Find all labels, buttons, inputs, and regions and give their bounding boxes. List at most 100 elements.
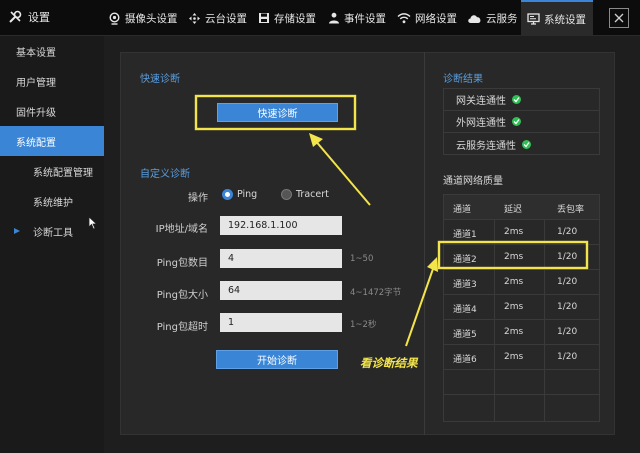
channel-quality-title: 通道网络质量 xyxy=(443,176,503,187)
tab-system-settings[interactable]: 系统设置 xyxy=(521,0,593,36)
radio-selected-icon xyxy=(222,189,233,200)
tab-event-label: 事件设置 xyxy=(344,12,386,25)
ping-size-hint: 4~1472字节 xyxy=(350,288,402,298)
tab-ptz-settings[interactable]: 云台设置 xyxy=(188,0,247,36)
tab-ptz-label: 云台设置 xyxy=(205,12,247,25)
sidebar-item-label: 系统维护 xyxy=(33,197,73,209)
table-cell: 1/20 xyxy=(557,227,578,237)
check-icon xyxy=(522,139,531,149)
settings-brand: 设置 xyxy=(8,9,50,25)
table-cell: 通道5 xyxy=(453,330,477,340)
sidebar-item-firmware-upgrade[interactable]: 固件升级 xyxy=(0,96,104,126)
table-header: 丢包率 xyxy=(557,205,585,215)
table-header: 通道 xyxy=(453,205,472,215)
table-cell: 1/20 xyxy=(557,327,578,337)
event-icon xyxy=(329,12,339,24)
radio-ping-label: Ping xyxy=(237,189,258,200)
quick-diagnosis-button[interactable]: 快速诊断 xyxy=(217,103,338,122)
result-gateway-label: 网关连通性 xyxy=(456,96,506,107)
table-row: 通道3 2ms 1/20 xyxy=(444,270,599,295)
top-nav-bar: 设置 摄像头设置 云台设置 存储设置 事件设置 网络设置 云服务 系统设置 xyxy=(0,0,640,36)
camera-icon xyxy=(109,11,120,25)
channel-quality-table: 通道 延迟 丢包率 通道1 2ms 1/20 通道2 2ms 1/20 通道3 … xyxy=(443,194,600,422)
ping-count-input[interactable]: 4 xyxy=(220,249,342,268)
ip-address-input[interactable]: 192.168.1.100 xyxy=(220,216,342,235)
sidebar-item-label: 系统配置 xyxy=(16,137,56,149)
settings-title: 设置 xyxy=(28,11,50,24)
tab-cloud-service[interactable]: 云服务 xyxy=(467,0,518,36)
tab-network-settings[interactable]: 网络设置 xyxy=(397,0,457,36)
check-icon xyxy=(512,95,521,104)
table-cell: 1/20 xyxy=(557,352,578,362)
sidebar: 基本设置 用户管理 固件升级 系统配置 系统配置管理 系统维护 诊断工具 xyxy=(0,36,104,453)
check-icon xyxy=(512,117,521,126)
sidebar-item-basic-settings[interactable]: 基本设置 xyxy=(0,36,104,66)
sidebar-item-user-management[interactable]: 用户管理 xyxy=(0,66,104,96)
tab-storage-settings[interactable]: 存储设置 xyxy=(258,0,316,36)
annotation-text: 看诊断结果 xyxy=(360,356,418,370)
table-header-row: 通道 延迟 丢包率 xyxy=(444,195,599,220)
sidebar-item-system-config[interactable]: 系统配置 xyxy=(0,126,104,156)
tab-cloud-label: 云服务 xyxy=(486,12,518,25)
wifi-icon xyxy=(397,13,411,24)
table-row: 通道1 2ms 1/20 xyxy=(444,220,599,245)
monitor-icon xyxy=(527,13,540,25)
table-row: 通道4 2ms 1/20 xyxy=(444,295,599,320)
table-cell: 通道4 xyxy=(453,305,477,315)
triangle-right-icon xyxy=(14,228,20,234)
result-internet: 外网连通性 xyxy=(444,111,599,133)
table-row: 通道6 2ms 1/20 xyxy=(444,345,599,370)
tab-event-settings[interactable]: 事件设置 xyxy=(328,0,386,36)
table-cell: 1/20 xyxy=(557,302,578,312)
ping-count-hint: 1~50 xyxy=(350,254,374,264)
ptz-icon xyxy=(189,12,200,24)
tab-camera-settings[interactable]: 摄像头设置 xyxy=(108,0,178,36)
tab-storage-label: 存储设置 xyxy=(274,12,316,25)
ping-count-label: Ping包数目 xyxy=(156,258,208,269)
sidebar-item-system-maintenance[interactable]: 系统维护 xyxy=(0,186,104,216)
sidebar-item-label: 基本设置 xyxy=(16,47,56,59)
ping-timeout-label: Ping包超时 xyxy=(156,322,208,333)
table-cell: 2ms xyxy=(504,352,524,362)
quick-diagnosis-title: 快速诊断 xyxy=(140,74,180,85)
table-cell: 通道3 xyxy=(453,280,477,290)
tab-camera-label: 摄像头设置 xyxy=(125,12,178,25)
result-internet-label: 外网连通性 xyxy=(456,118,506,129)
diagnosis-result-title: 诊断结果 xyxy=(443,74,483,85)
ping-timeout-input[interactable]: 1 xyxy=(220,313,342,332)
radio-unselected-icon xyxy=(281,189,292,200)
table-cell: 2ms xyxy=(504,277,524,287)
tab-network-label: 网络设置 xyxy=(415,12,457,25)
close-button[interactable] xyxy=(609,8,629,28)
ping-size-input[interactable]: 64 xyxy=(220,281,342,300)
tab-system-label: 系统设置 xyxy=(544,13,586,26)
sidebar-item-label: 系统配置管理 xyxy=(33,167,93,179)
ping-timeout-hint: 1~2秒 xyxy=(350,320,377,330)
cloud-icon xyxy=(468,14,481,23)
table-header: 延迟 xyxy=(504,205,523,215)
ip-address-label: IP地址/域名 xyxy=(155,224,208,235)
table-cell: 通道6 xyxy=(453,355,477,365)
mouse-cursor-icon xyxy=(88,216,98,230)
start-diagnosis-button[interactable]: 开始诊断 xyxy=(216,350,338,369)
radio-ping[interactable]: Ping xyxy=(222,189,257,200)
table-cell: 1/20 xyxy=(557,252,578,262)
table-row xyxy=(444,395,599,420)
result-cloud: 云服务连通性 xyxy=(444,133,599,155)
ping-size-label: Ping包大小 xyxy=(156,290,208,301)
result-gateway: 网关连通性 xyxy=(444,89,599,111)
sidebar-item-label: 用户管理 xyxy=(16,77,56,89)
operation-label: 操作 xyxy=(188,193,208,204)
table-cell: 2ms xyxy=(504,302,524,312)
result-cloud-label: 云服务连通性 xyxy=(456,140,516,152)
sidebar-item-config-management[interactable]: 系统配置管理 xyxy=(0,156,104,186)
table-cell: 通道1 xyxy=(453,230,477,240)
radio-tracert-label: Tracert xyxy=(296,189,329,200)
custom-diagnosis-title: 自定义诊断 xyxy=(140,169,190,180)
tools-icon xyxy=(9,10,22,23)
close-icon xyxy=(614,13,624,23)
table-cell: 2ms xyxy=(504,252,524,262)
table-cell: 2ms xyxy=(504,327,524,337)
sidebar-item-label: 诊断工具 xyxy=(33,227,73,239)
radio-tracert[interactable]: Tracert xyxy=(281,189,329,200)
